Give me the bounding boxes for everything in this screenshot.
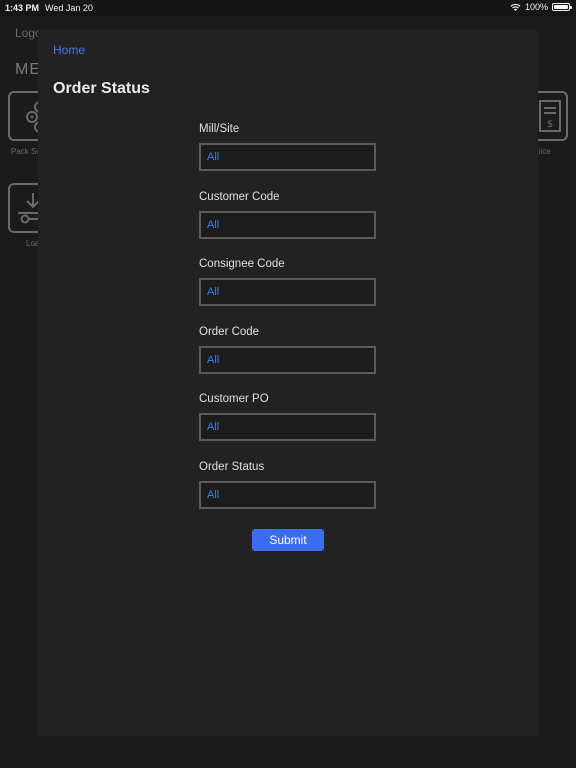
status-date: Wed Jan 20	[45, 3, 93, 13]
order-code-label: Order Code	[199, 325, 260, 338]
battery-icon	[552, 3, 572, 11]
order-code-group: Order Code	[199, 325, 377, 393]
invoice-label: oice	[536, 147, 551, 156]
mill-site-label: Mill/Site	[199, 123, 240, 135]
status-bar: 1:43 PM Wed Jan 20 100%	[0, 0, 576, 16]
mill-site-group: Mill/Site	[199, 122, 377, 190]
page-title: Order Status	[53, 80, 150, 97]
consignee-code-input[interactable]	[199, 278, 376, 306]
consignee-code-group: Consignee Code	[199, 257, 377, 325]
pack-scan-label: Pack Sc	[11, 147, 41, 156]
customer-po-label: Customer PO	[199, 393, 269, 405]
svg-text:$: $	[547, 119, 553, 130]
order-status-label: Order Status	[199, 460, 265, 473]
customer-po-input[interactable]	[199, 413, 376, 441]
order-status-group: Order Status	[199, 460, 377, 528]
wifi-icon	[510, 3, 521, 11]
submit-button[interactable]: Submit	[252, 529, 324, 551]
status-time: 1:43 PM	[5, 3, 40, 13]
order-status-form: Mill/Site Customer Code Consignee Code O…	[199, 122, 377, 527]
mill-site-input[interactable]	[199, 143, 376, 171]
order-status-input[interactable]	[199, 480, 376, 509]
customer-po-group: Customer PO	[199, 392, 377, 460]
consignee-code-label: Consignee Code	[199, 258, 285, 270]
status-right: 100%	[510, 2, 572, 12]
home-link[interactable]: Home	[53, 43, 85, 57]
customer-code-group: Customer Code	[199, 190, 377, 258]
customer-code-input[interactable]	[199, 210, 376, 239]
customer-code-label: Customer Code	[199, 190, 280, 203]
order-status-sheet: Home Order Status Mill/Site Customer Cod…	[38, 30, 538, 736]
battery-percent: 100%	[524, 2, 548, 12]
order-code-input[interactable]	[199, 345, 376, 374]
